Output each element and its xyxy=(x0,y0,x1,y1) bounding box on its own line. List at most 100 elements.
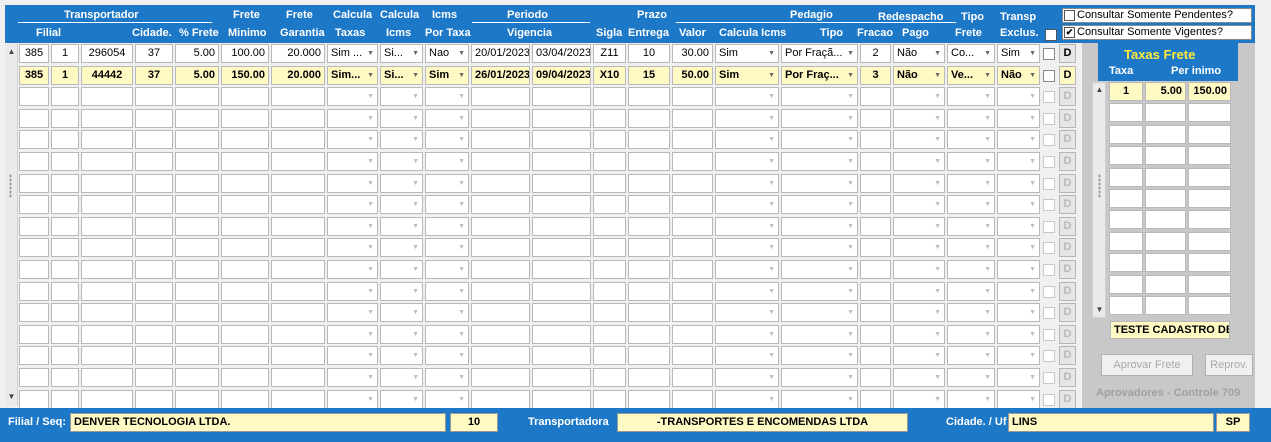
grid-cell-icms-taxa[interactable] xyxy=(425,238,469,257)
grid-cell-transp[interactable] xyxy=(81,282,133,301)
grid-cell-ped-valor[interactable] xyxy=(672,303,713,322)
grid-cell-ped-icms[interactable] xyxy=(715,303,779,322)
grid-cell-transp[interactable] xyxy=(81,238,133,257)
taxas-cell-taxa[interactable]: 1 xyxy=(1109,82,1143,101)
grid-cell-calc-taxas[interactable] xyxy=(327,303,378,322)
grid-cell-icms-taxa[interactable] xyxy=(425,87,469,106)
grid-cell-ini[interactable] xyxy=(471,368,530,387)
taxas-cell-per[interactable] xyxy=(1145,146,1186,165)
grid-cell-pct[interactable] xyxy=(175,152,219,171)
grid-cell-transp[interactable] xyxy=(81,130,133,149)
grid-cell-sigla[interactable] xyxy=(593,390,626,409)
grid-cell-sigla[interactable] xyxy=(593,152,626,171)
grid-cell-exclus[interactable]: Sim xyxy=(997,44,1040,63)
grid-cell-fim[interactable] xyxy=(532,282,591,301)
grid-cell-ini[interactable]: 26/01/2023 xyxy=(471,66,530,85)
grid-cell-cidade[interactable] xyxy=(135,174,173,193)
grid-cell-redesp[interactable] xyxy=(893,303,945,322)
grid-cell-ped-valor[interactable] xyxy=(672,174,713,193)
grid-cell-sigla[interactable] xyxy=(593,346,626,365)
taxas-scrollbar[interactable]: ▲ ▼ xyxy=(1092,82,1106,318)
grid-cell-fracao[interactable] xyxy=(860,174,891,193)
grid-cell-ped-icms[interactable] xyxy=(715,174,779,193)
grid-cell-calc-taxas[interactable] xyxy=(327,109,378,128)
grid-cell-redesp[interactable] xyxy=(893,260,945,279)
grid-cell-filial[interactable] xyxy=(51,346,79,365)
grid-cell-prazo[interactable] xyxy=(628,195,670,214)
row-checkbox[interactable] xyxy=(1043,221,1055,233)
grid-cell-ini[interactable] xyxy=(471,217,530,236)
grid-cell-fim[interactable]: 09/04/2023 xyxy=(532,66,591,85)
grid-cell-ped-tipo[interactable] xyxy=(781,282,858,301)
grid-cell-prazo[interactable]: 15 xyxy=(628,66,670,85)
taxas-scroll-down-icon[interactable]: ▼ xyxy=(1093,303,1106,317)
grid-cell-ped-tipo[interactable] xyxy=(781,325,858,344)
grid-cell-ped-icms[interactable] xyxy=(715,260,779,279)
grid-cell-garantia[interactable]: 20.000 xyxy=(271,44,325,63)
grid-cell-fracao[interactable]: 2 xyxy=(860,44,891,63)
grid-cell-fracao[interactable] xyxy=(860,130,891,149)
grid-cell-garantia[interactable] xyxy=(271,130,325,149)
grid-cell-pct[interactable] xyxy=(175,238,219,257)
grid-cell-filial[interactable]: 1 xyxy=(51,44,79,63)
grid-cell-pct[interactable] xyxy=(175,217,219,236)
row-checkbox[interactable] xyxy=(1043,286,1055,298)
grid-cell-tipo-frete[interactable] xyxy=(947,217,995,236)
grid-cell-icms-taxa[interactable]: Nao xyxy=(425,44,469,63)
grid-cell-garantia[interactable] xyxy=(271,152,325,171)
taxas-cell-per[interactable] xyxy=(1145,210,1186,229)
grid-cell-calc-taxas[interactable] xyxy=(327,282,378,301)
vigentes-checkbox[interactable]: ✔ xyxy=(1064,27,1075,38)
select-all-checkbox[interactable] xyxy=(1045,29,1057,41)
grid-cell-fim[interactable] xyxy=(532,174,591,193)
grid-cell-transp[interactable] xyxy=(81,325,133,344)
grid-cell-seq[interactable] xyxy=(19,346,49,365)
grid-cell-ped-icms[interactable] xyxy=(715,130,779,149)
grid-cell-ped-valor[interactable] xyxy=(672,152,713,171)
grid-scrollbar[interactable]: ▲ ▼ xyxy=(5,44,18,406)
detail-button[interactable]: D xyxy=(1059,174,1076,193)
detail-button[interactable]: D xyxy=(1059,325,1076,344)
taxas-cell-taxa[interactable] xyxy=(1109,125,1143,144)
grid-cell-seq[interactable] xyxy=(19,130,49,149)
grid-cell-cidade[interactable] xyxy=(135,303,173,322)
grid-cell-ped-tipo[interactable] xyxy=(781,87,858,106)
detail-button[interactable]: D xyxy=(1059,44,1076,63)
taxas-cell-taxa[interactable] xyxy=(1109,189,1143,208)
grid-cell-calc-taxas[interactable] xyxy=(327,260,378,279)
grid-cell-exclus[interactable] xyxy=(997,174,1040,193)
grid-cell-pct[interactable] xyxy=(175,109,219,128)
grid-cell-ped-tipo[interactable] xyxy=(781,109,858,128)
grid-cell-ini[interactable] xyxy=(471,152,530,171)
grid-cell-ini[interactable] xyxy=(471,130,530,149)
grid-cell-transp[interactable] xyxy=(81,152,133,171)
grid-cell-transp[interactable] xyxy=(81,217,133,236)
grid-cell-exclus[interactable] xyxy=(997,346,1040,365)
grid-cell-ini[interactable]: 20/01/2023 xyxy=(471,44,530,63)
grid-cell-pct[interactable] xyxy=(175,195,219,214)
grid-cell-seq[interactable] xyxy=(19,260,49,279)
grid-cell-pct[interactable] xyxy=(175,87,219,106)
row-checkbox[interactable] xyxy=(1043,48,1055,60)
taxas-cell-minimo[interactable]: 150.00 xyxy=(1188,82,1231,101)
grid-cell-prazo[interactable] xyxy=(628,260,670,279)
grid-cell-fracao[interactable] xyxy=(860,87,891,106)
grid-cell-fim[interactable]: 03/04/2023 xyxy=(532,44,591,63)
grid-cell-calc-taxas[interactable] xyxy=(327,368,378,387)
grid-cell-ped-valor[interactable]: 30.00 xyxy=(672,44,713,63)
taxas-cell-minimo[interactable] xyxy=(1188,103,1231,122)
grid-cell-prazo[interactable] xyxy=(628,390,670,409)
grid-cell-redesp[interactable] xyxy=(893,195,945,214)
grid-cell-filial[interactable] xyxy=(51,130,79,149)
grid-cell-ped-icms[interactable] xyxy=(715,217,779,236)
grid-cell-cidade[interactable] xyxy=(135,346,173,365)
detail-button[interactable]: D xyxy=(1059,346,1076,365)
taxas-cell-taxa[interactable] xyxy=(1109,146,1143,165)
grid-cell-ped-valor[interactable] xyxy=(672,368,713,387)
grid-cell-tipo-frete[interactable] xyxy=(947,238,995,257)
grid-cell-filial[interactable] xyxy=(51,390,79,409)
row-checkbox[interactable] xyxy=(1043,372,1055,384)
grid-cell-seq[interactable] xyxy=(19,368,49,387)
grid-cell-exclus[interactable] xyxy=(997,217,1040,236)
grid-cell-seq[interactable] xyxy=(19,174,49,193)
